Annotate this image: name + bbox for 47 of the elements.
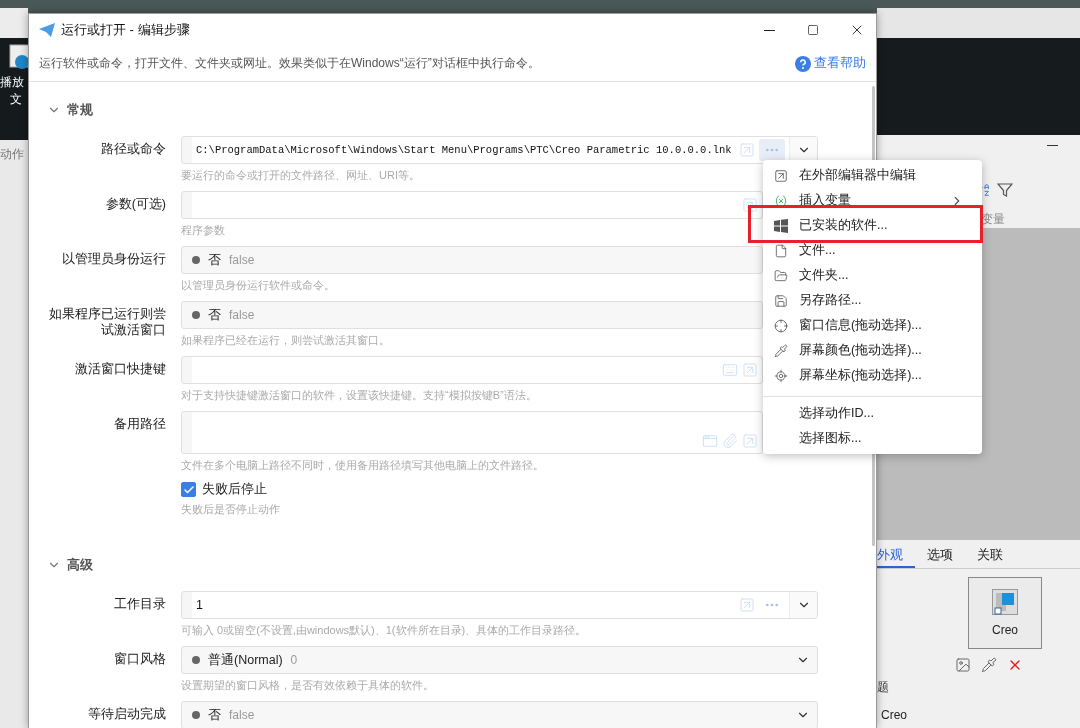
field-label: 题: [877, 679, 890, 696]
field-label: 备用路径: [113, 416, 166, 433]
panel-label: 动作: [0, 146, 25, 163]
select-field[interactable]: 否 false: [181, 701, 818, 728]
menu-item[interactable]: 屏幕坐标(拖动选择)...: [763, 363, 982, 388]
field-label: 等待启动完成: [87, 706, 166, 723]
tab[interactable]: 关联: [965, 544, 1015, 568]
section-header[interactable]: 常规: [47, 98, 872, 122]
field-hint: 对于支持快捷键激活窗口的软件，设置该快捷键。支持“模拟按键B”语法。: [181, 388, 537, 402]
icon-caption: 播放: [0, 74, 24, 91]
icon-caption: 文: [9, 91, 22, 108]
menu-item[interactable]: 在外部编辑器中编辑: [763, 163, 982, 188]
field-label: 路径或命令: [100, 141, 166, 158]
section-header[interactable]: 高级: [47, 553, 872, 577]
menu-item[interactable]: 文件夹...: [763, 263, 982, 288]
description: 运行软件或命令，打开文件、文件夹或网址。效果类似于在Windows“运行”对话框中执行命令。: [39, 55, 541, 72]
text-field[interactable]: 1: [181, 591, 818, 619]
field-label: 工作目录: [113, 596, 166, 613]
field-label: 激活窗口快捷键: [74, 361, 166, 378]
text-field[interactable]: C:\ProgramData\Microsoft\Windows\Start Menu\Programs\PTC\Creo Parametric 10.0.0.0.lnk: [181, 136, 818, 164]
checkbox-label: 失败后停止: [202, 481, 267, 498]
menu-item[interactable]: 选择动作ID...: [763, 401, 982, 426]
menu-item[interactable]: 窗口信息(拖动选择)...: [763, 313, 982, 338]
field-hint: 可输入 0或留空(不设置,由windows默认)、1(软件所在目录)、具体的工作目录路径。: [181, 623, 587, 637]
tab[interactable]: 选项: [915, 544, 965, 568]
help-link[interactable]: 查看帮助: [795, 55, 866, 72]
menu-item[interactable]: 另存路径...: [763, 288, 982, 313]
menu-item[interactable]: 屏幕颜色(拖动选择)...: [763, 338, 982, 363]
field-hint: 失败后是否停止动作: [181, 502, 280, 516]
select-field[interactable]: 否 false: [181, 301, 763, 329]
window-title: 运行或打开 - 编辑步骤: [61, 21, 191, 39]
field-label: 以管理员身份运行: [61, 251, 166, 268]
field-hint: 以管理员身份运行软件或命令。: [181, 278, 335, 292]
field-hint: 文件在多个电脑上路径不同时，使用备用路径填写其他电脑上的文件路径。: [181, 458, 544, 472]
field-hint: 设置期望的窗口风格，是否有效依赖于具体的软件。: [181, 678, 434, 692]
field-label: 窗口风格: [113, 651, 166, 668]
menu-item[interactable]: 选择图标...: [763, 426, 982, 451]
icon-card[interactable]: Creo: [968, 577, 1042, 649]
field-label: 参数(可选): [104, 196, 166, 213]
field-hint: 如果程序已经在运行，则尝试激活其窗口。: [181, 333, 390, 347]
field-label: 如果程序已运行则尝试激活窗口: [48, 306, 166, 339]
field-value: Creo: [880, 707, 908, 722]
menu-item[interactable]: 已安装的软件...: [748, 205, 983, 243]
field-hint: 程序参数: [181, 223, 225, 237]
field-hint: 要运行的命令或打开的文件路径、网址、URI等。: [181, 168, 420, 182]
select-field[interactable]: 否 false: [181, 246, 763, 274]
select-field[interactable]: 普通(Normal) 0: [181, 646, 818, 674]
